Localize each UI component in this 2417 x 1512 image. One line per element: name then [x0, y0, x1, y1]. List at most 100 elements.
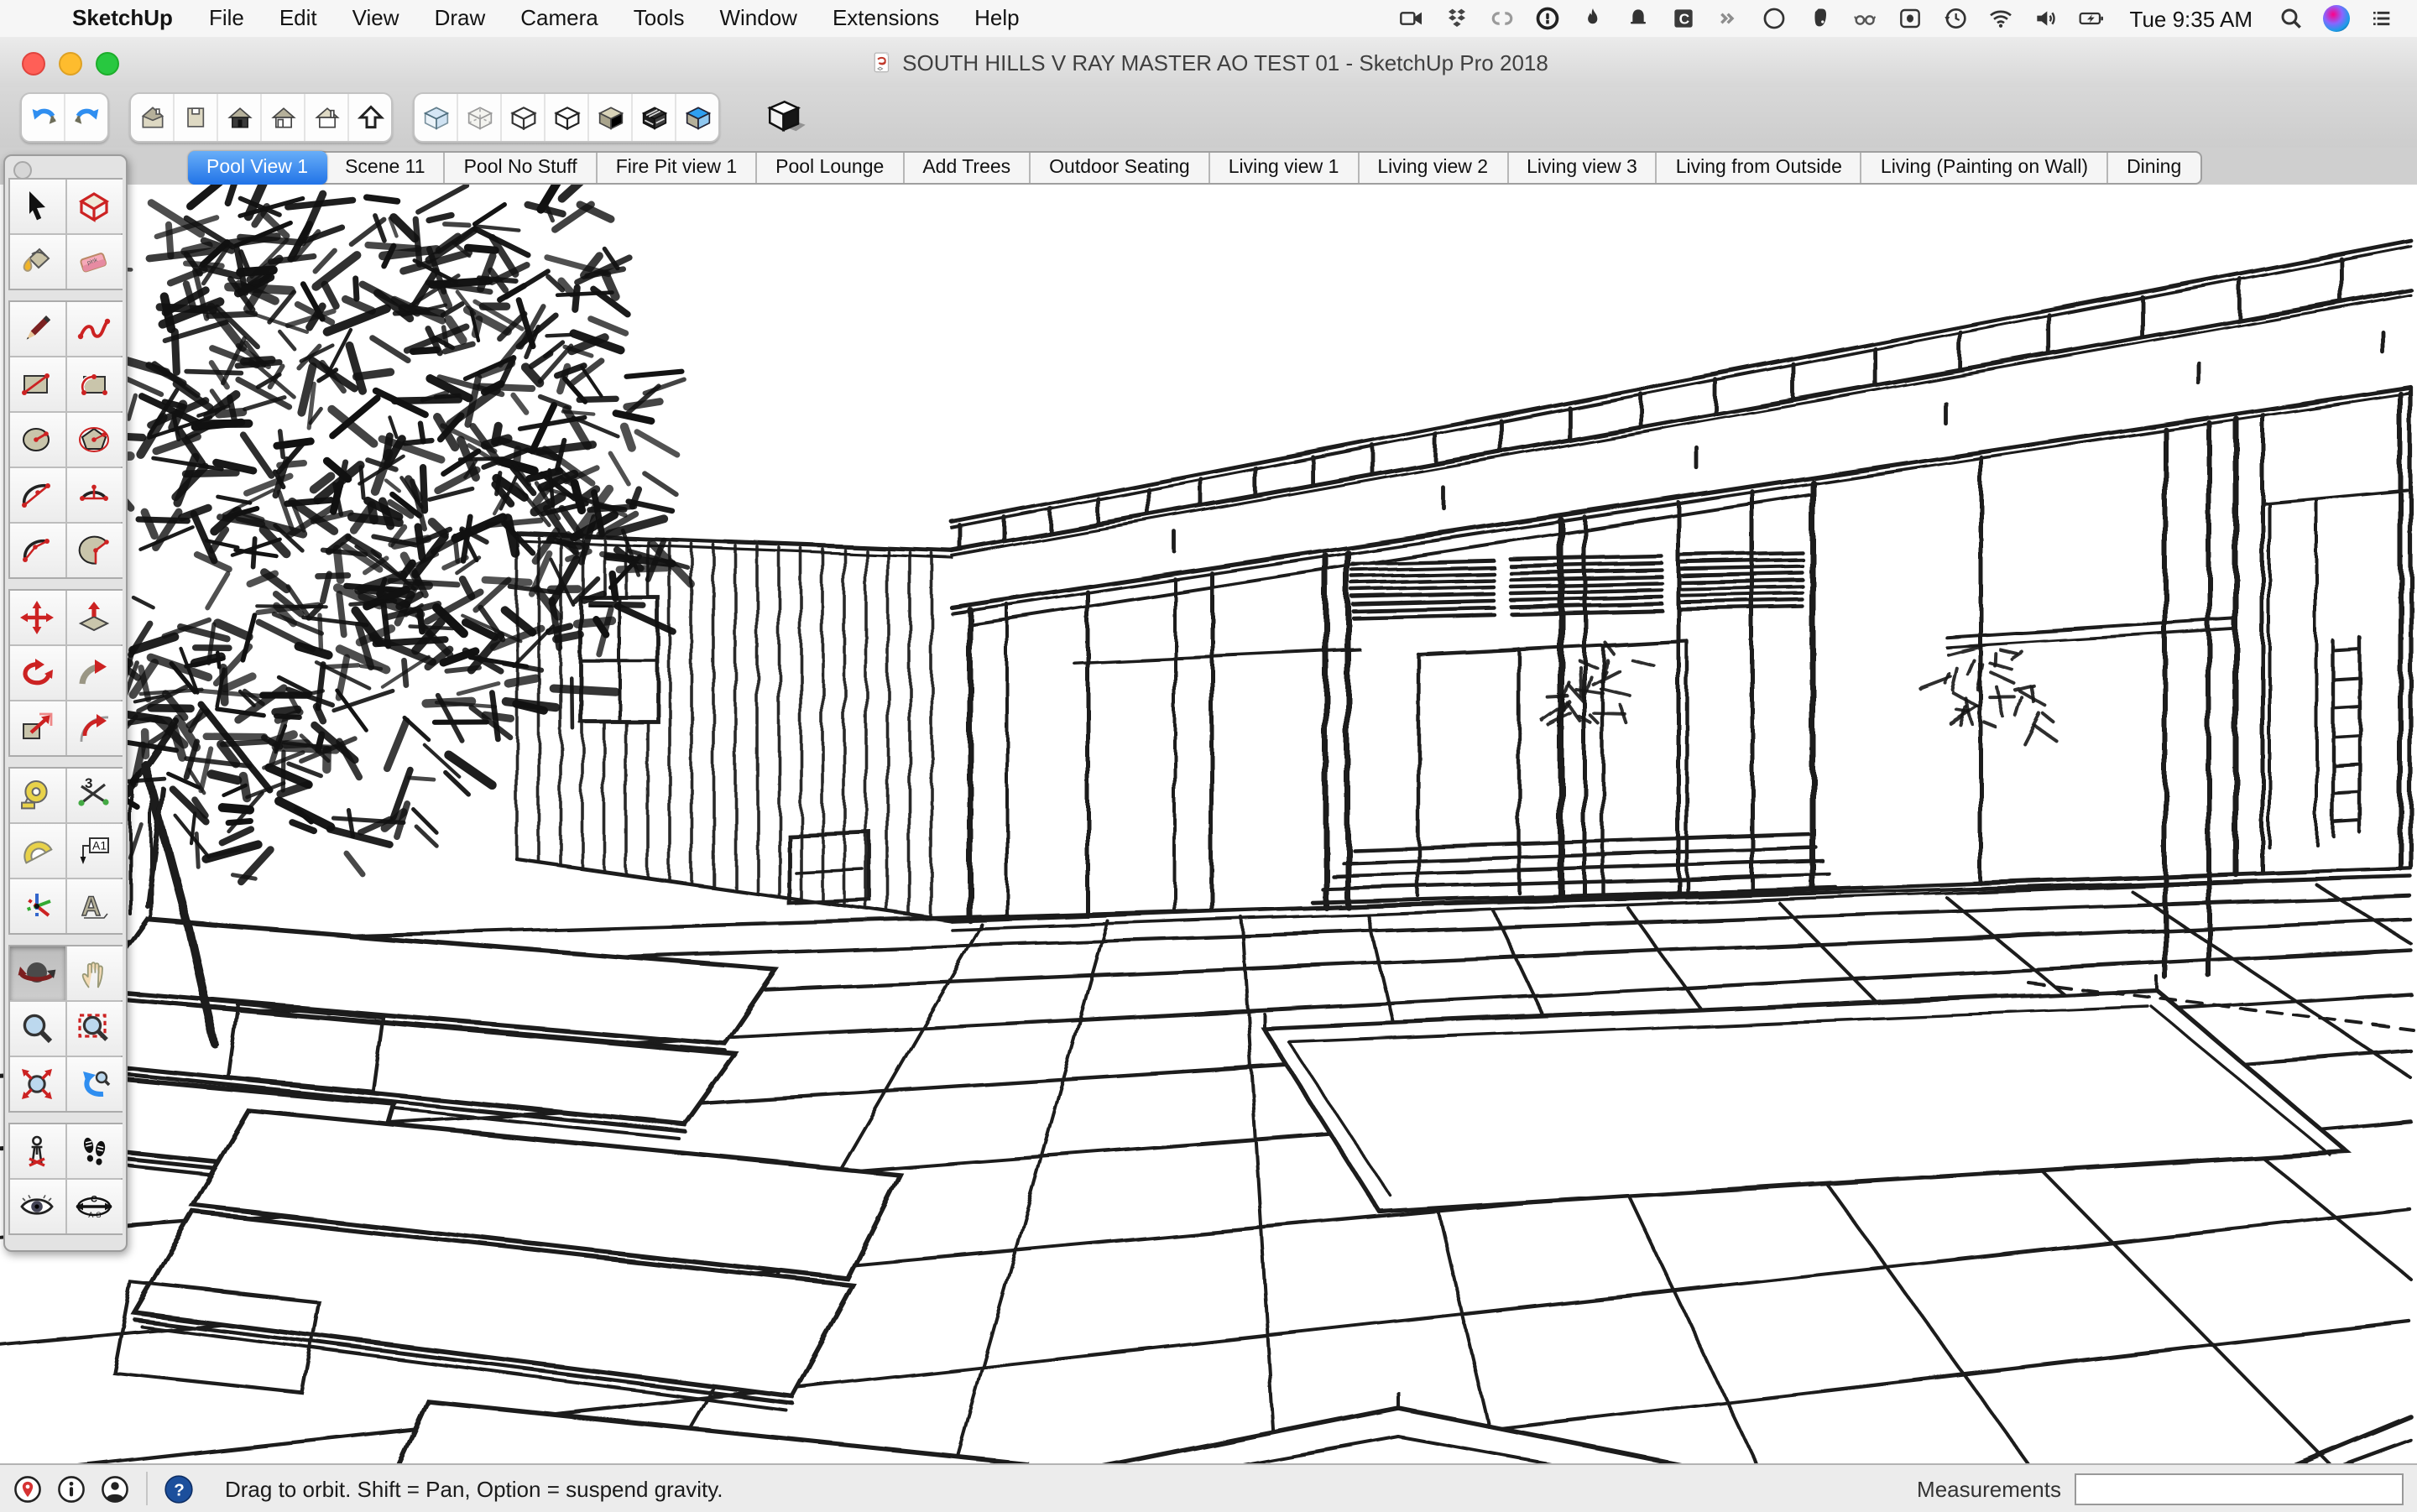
menu-tools[interactable]: Tools [616, 0, 702, 37]
view-front-button[interactable] [218, 94, 262, 141]
wifi-icon[interactable] [1979, 0, 2024, 37]
rotated-rectangle-tool[interactable] [66, 357, 122, 411]
style-shaded-button[interactable] [589, 94, 633, 141]
view-right-button[interactable] [262, 94, 305, 141]
menu-help[interactable]: Help [957, 0, 1037, 37]
screen-record-icon[interactable] [1888, 0, 1934, 37]
menu-bar-clock[interactable]: Tue 9:35 AM [2115, 6, 2268, 31]
arc-tool[interactable] [9, 468, 65, 522]
scene-tab-living-view-3[interactable]: Living view 3 [1508, 153, 1657, 183]
menu-file[interactable]: File [191, 0, 262, 37]
rectangle-tool[interactable] [9, 357, 65, 411]
menu-sketchup[interactable]: SketchUp [54, 0, 191, 37]
evernote-icon[interactable] [1798, 0, 1843, 37]
offset-tool[interactable] [66, 701, 122, 755]
close-window-button[interactable] [22, 52, 45, 76]
walk-tool[interactable] [66, 1124, 122, 1178]
zoom-tool[interactable] [9, 1002, 65, 1056]
style-monochrome-button[interactable] [676, 94, 718, 141]
dimensions-tool[interactable]: 3 [66, 769, 122, 822]
scene-tab-pool-no-stuff[interactable]: Pool No Stuff [446, 153, 598, 183]
menu-camera[interactable]: Camera [503, 0, 616, 37]
menu-edit[interactable]: Edit [262, 0, 335, 37]
scene-tab-outdoor-seating[interactable]: Outdoor Seating [1031, 153, 1210, 183]
palette-close-button[interactable] [13, 161, 32, 180]
protractor-tool[interactable] [9, 824, 65, 878]
eraser-tool[interactable]: pink [66, 235, 122, 289]
advanced-camera-tool[interactable]: CA-S [66, 1180, 122, 1233]
rotate-tool[interactable] [9, 646, 65, 700]
view-top-button[interactable] [175, 94, 218, 141]
backblaze-icon[interactable] [1571, 0, 1616, 37]
measurements-input[interactable] [2075, 1473, 2404, 1504]
undo-button[interactable] [22, 94, 65, 141]
volume-icon[interactable] [2024, 0, 2070, 37]
scene-tab-scene-11[interactable]: Scene 11 [326, 153, 446, 183]
style-backedges-button[interactable] [458, 94, 502, 141]
1password-icon[interactable] [1526, 0, 1571, 37]
geolocation-icon[interactable] [12, 1473, 44, 1504]
style-xray-button[interactable] [415, 94, 458, 141]
three-d-text-tool[interactable]: A [66, 879, 122, 933]
scene-tab-add-trees[interactable]: Add Trees [904, 153, 1031, 183]
move-tool[interactable] [9, 591, 65, 644]
pan-tool[interactable] [66, 946, 122, 1000]
previous-tool[interactable] [66, 1057, 122, 1111]
model-viewport[interactable] [0, 185, 2417, 1463]
scene-tab-pool-view-1[interactable]: Pool View 1 [188, 151, 326, 185]
dropbox-icon[interactable] [1435, 0, 1480, 37]
notification-center-icon[interactable] [2358, 0, 2404, 37]
make-component-tool[interactable] [66, 180, 122, 233]
view-left-button[interactable] [349, 94, 391, 141]
polygon-tool[interactable] [66, 413, 122, 467]
view-back-button[interactable] [305, 94, 349, 141]
siri-icon[interactable] [2313, 0, 2358, 37]
zoom-window-tool[interactable] [66, 1002, 122, 1056]
style-wireframe-button[interactable] [502, 94, 546, 141]
menu-extensions[interactable]: Extensions [815, 0, 957, 37]
scene-tab-living-view-2[interactable]: Living view 2 [1359, 153, 1508, 183]
style-hiddenline-button[interactable] [546, 94, 589, 141]
menu-draw[interactable]: Draw [417, 0, 504, 37]
scene-tab-fire-pit-view-1[interactable]: Fire Pit view 1 [598, 153, 757, 183]
battery-charging-icon[interactable] [2070, 0, 2115, 37]
tape-measure-tool[interactable] [9, 769, 65, 822]
view-iso-button[interactable] [131, 94, 175, 141]
account-icon[interactable] [99, 1473, 131, 1504]
window-title-bar[interactable]: SOUTH HILLS V RAY MASTER AO TEST 01 - Sk… [0, 37, 2417, 89]
zoom-extents-tool[interactable] [9, 1057, 65, 1111]
c-utility-icon[interactable]: C [1662, 0, 1707, 37]
circle-tool[interactable] [9, 413, 65, 467]
position-camera-tool[interactable] [9, 1124, 65, 1178]
sync-utility-icon[interactable] [1707, 0, 1752, 37]
palette-header[interactable] [5, 156, 126, 178]
help-icon[interactable]: ? [163, 1473, 195, 1504]
time-machine-icon[interactable] [1934, 0, 1979, 37]
orbit-tool[interactable] [9, 946, 65, 1000]
screen-capture-icon[interactable] [1390, 0, 1435, 37]
freehand-tool[interactable] [66, 302, 122, 356]
scene-tab-pool-lounge[interactable]: Pool Lounge [757, 153, 904, 183]
select-tool[interactable] [9, 180, 65, 233]
paint-bucket-tool[interactable] [9, 235, 65, 289]
three-point-arc-tool[interactable] [9, 524, 65, 577]
credits-icon[interactable] [55, 1473, 87, 1504]
redo-button[interactable] [65, 94, 107, 141]
follow-me-tool[interactable] [66, 646, 122, 700]
shadows-toggle-button[interactable] [757, 91, 814, 144]
zoom-window-button[interactable] [96, 52, 119, 76]
menu-view[interactable]: View [335, 0, 417, 37]
push-pull-tool[interactable] [66, 591, 122, 644]
style-textured-button[interactable] [633, 94, 676, 141]
scale-tool[interactable] [9, 701, 65, 755]
line-tool[interactable] [9, 302, 65, 356]
scene-tab-living-painting-on-wall-[interactable]: Living (Painting on Wall) [1862, 153, 2108, 183]
look-around-tool[interactable] [9, 1180, 65, 1233]
notifications-icon[interactable] [1616, 0, 1662, 37]
axes-tool[interactable] [9, 879, 65, 933]
minimize-window-button[interactable] [59, 52, 82, 76]
menu-window[interactable]: Window [702, 0, 815, 37]
text-tool[interactable]: A1 [66, 824, 122, 878]
reader-utility-icon[interactable] [1843, 0, 1888, 37]
scene-tab-dining[interactable]: Dining [2108, 153, 2200, 183]
